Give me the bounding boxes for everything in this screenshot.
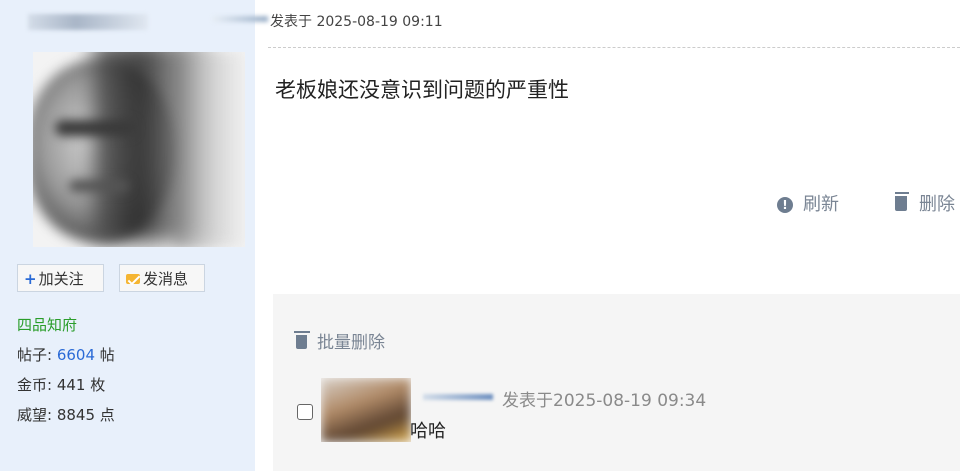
batch-delete-button[interactable]: 批量删除 xyxy=(294,328,385,353)
reply-avatar[interactable] xyxy=(321,378,411,442)
prestige-count: 威望: 8845 点 xyxy=(17,406,115,424)
post-timestamp: 发表于 2025-08-19 09:11 xyxy=(270,14,443,30)
reply-select-checkbox[interactable] xyxy=(297,404,313,420)
message-icon xyxy=(126,274,140,284)
reply-author-blurred[interactable] xyxy=(423,394,493,400)
replies-panel: 批量删除 发表于2025-08-19 09:34 哈哈 xyxy=(273,294,960,471)
follow-button[interactable]: + 加关注 xyxy=(17,264,104,292)
divider xyxy=(268,47,960,48)
post-author-blurred xyxy=(212,16,268,22)
username-blurred[interactable] xyxy=(28,14,148,30)
trash-icon xyxy=(294,331,310,349)
reply-text: 哈哈 xyxy=(410,421,446,442)
coins-count: 金币: 441 枚 xyxy=(17,376,106,394)
send-message-button[interactable]: 发消息 xyxy=(119,264,205,292)
user-rank: 四品知府 xyxy=(17,316,78,334)
delete-button[interactable]: 删除 xyxy=(895,190,960,216)
reply-timestamp: 发表于2025-08-19 09:34 xyxy=(502,391,707,411)
plus-icon: + xyxy=(24,270,37,288)
posts-count-link[interactable]: 6604 xyxy=(57,346,95,364)
post-body: 老板娘还没意识到问题的严重性 xyxy=(275,78,569,102)
user-sidebar: + 加关注 发消息 四品知府 帖子: 6604 帖 金币: 441 枚 威望: 8… xyxy=(0,0,255,471)
posts-count: 帖子: 6604 帖 xyxy=(17,346,115,364)
refresh-button[interactable]: ! 刷新 xyxy=(777,190,839,216)
user-avatar[interactable] xyxy=(33,52,245,247)
info-icon: ! xyxy=(777,197,793,213)
trash-icon xyxy=(895,192,909,211)
